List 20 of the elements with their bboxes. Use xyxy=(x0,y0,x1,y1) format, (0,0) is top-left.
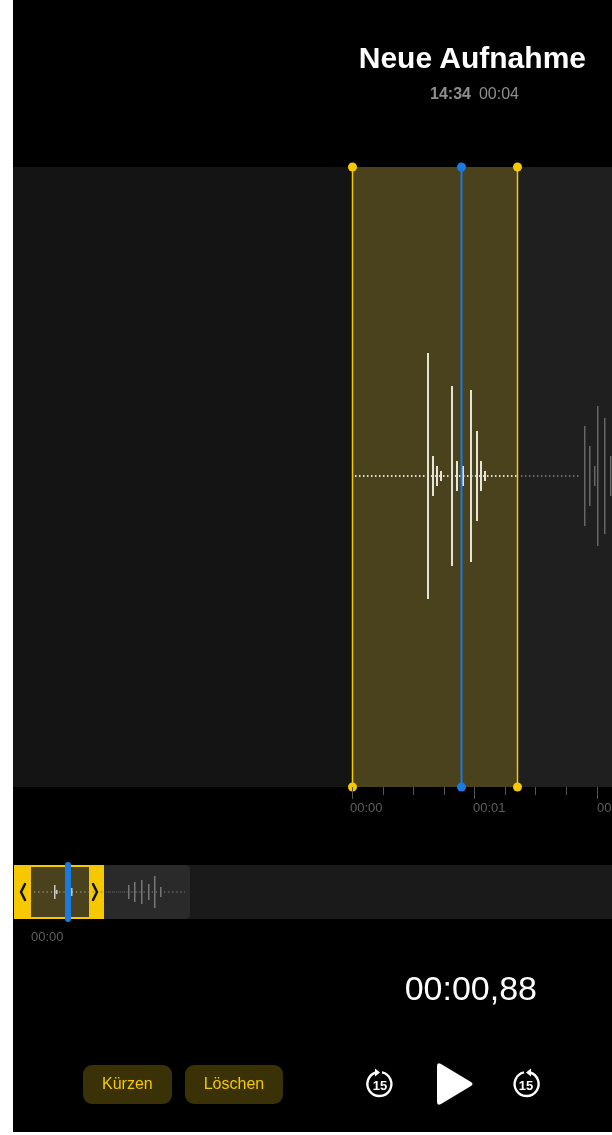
overview-waveform-drawing[interactable] xyxy=(14,865,612,919)
trim-start-handle[interactable] xyxy=(348,162,357,172)
edit-action-button[interactable]: Kürzen xyxy=(83,1064,172,1104)
current-time: 00:00,88 xyxy=(404,969,537,1008)
playhead-handle[interactable] xyxy=(457,162,466,172)
trim-end-handle[interactable] xyxy=(513,782,522,792)
trim-end-handle[interactable] xyxy=(513,162,522,172)
recording-title: Neue Aufnahme xyxy=(358,41,586,75)
ruler-time-label: 00:01 xyxy=(473,800,506,815)
ruler-time-label: 00 xyxy=(597,800,612,815)
skip-forward-button[interactable]: 15 xyxy=(509,1067,544,1101)
trim-start-handle[interactable] xyxy=(348,782,357,792)
recording-duration: 00:04 xyxy=(478,85,519,103)
playhead-handle[interactable] xyxy=(457,782,466,792)
trim-selection[interactable] xyxy=(352,167,517,787)
ruler-time-label: 00:00 xyxy=(350,800,383,815)
recording-date: 14:34 xyxy=(430,85,471,103)
overview-time-label: 00:00 xyxy=(31,929,64,944)
skip-back-button[interactable]: 15 xyxy=(363,1067,398,1101)
edit-action-button[interactable]: Löschen xyxy=(184,1064,284,1104)
